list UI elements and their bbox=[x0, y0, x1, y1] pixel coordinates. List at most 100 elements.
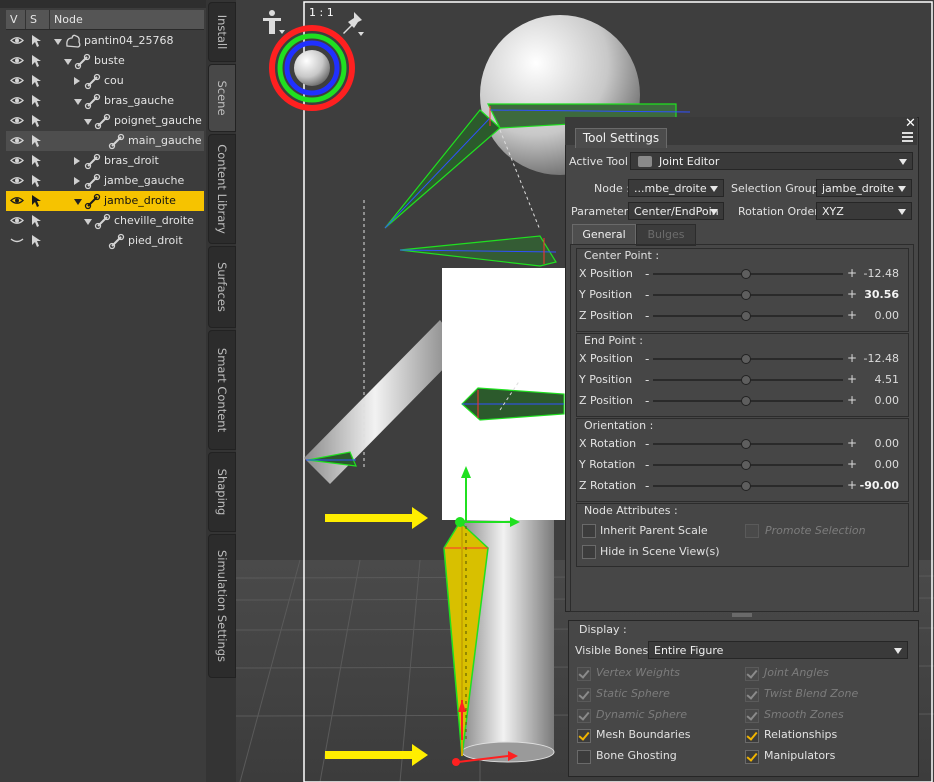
scene-node-cheville-droite[interactable]: cheville_droite bbox=[6, 211, 204, 231]
visible-bones-dropdown[interactable]: Entire Figure bbox=[648, 641, 908, 659]
select-cursor-icon[interactable] bbox=[30, 154, 44, 168]
slider-value[interactable]: 0.00 bbox=[853, 458, 900, 471]
eye-icon[interactable] bbox=[10, 96, 24, 105]
tab-install[interactable]: Install bbox=[208, 2, 236, 62]
smooth-zones-checkbox[interactable] bbox=[745, 709, 759, 723]
mesh-boundaries-checkbox[interactable] bbox=[577, 729, 591, 743]
tab-smart-content[interactable]: Smart Content bbox=[208, 330, 236, 450]
eye-icon[interactable] bbox=[10, 56, 24, 65]
slider-knob[interactable] bbox=[741, 269, 751, 279]
slider-value[interactable]: 4.51 bbox=[853, 373, 900, 386]
slider-value[interactable]: 0.00 bbox=[853, 309, 900, 322]
select-cursor-icon[interactable] bbox=[30, 54, 44, 68]
manipulators-checkbox[interactable] bbox=[745, 750, 759, 764]
select-cursor-icon[interactable] bbox=[30, 194, 44, 208]
tab-tool-settings[interactable]: Tool Settings bbox=[575, 128, 667, 148]
slider-value[interactable]: 0.00 bbox=[853, 437, 900, 450]
figure-tool-icon[interactable] bbox=[258, 8, 288, 36]
slider-value[interactable]: -12.48 bbox=[853, 352, 899, 365]
parameter-dropdown[interactable]: Center/EndPoin bbox=[628, 202, 724, 220]
static-sphere-checkbox[interactable] bbox=[577, 688, 591, 702]
promote-selection-checkbox[interactable] bbox=[745, 524, 759, 538]
scene-node-bras-gauche[interactable]: bras_gauche bbox=[6, 91, 204, 111]
slider-value[interactable]: -90.00 bbox=[853, 479, 899, 492]
slider-knob[interactable] bbox=[741, 481, 751, 491]
tab-shaping[interactable]: Shaping bbox=[208, 452, 236, 532]
vertex-weights-checkbox[interactable] bbox=[577, 667, 591, 681]
orientation-y-rotation-slider[interactable]: Y Rotation - +0.00 bbox=[579, 455, 899, 475]
pane-splitter-grip[interactable] bbox=[732, 613, 752, 617]
select-cursor-icon[interactable] bbox=[30, 94, 44, 108]
minus-icon[interactable]: - bbox=[645, 373, 649, 387]
orientation-x-rotation-slider[interactable]: X Rotation - +0.00 bbox=[579, 434, 899, 454]
expand-right-icon[interactable] bbox=[74, 157, 80, 165]
slider-knob[interactable] bbox=[741, 396, 751, 406]
hide-in-scene-view-checkbox[interactable] bbox=[582, 545, 596, 559]
scene-node-jambe-droite[interactable]: jambe_droite bbox=[6, 191, 204, 211]
tab-general[interactable]: General bbox=[572, 224, 636, 245]
rotation-order-dropdown[interactable]: XYZ bbox=[816, 202, 912, 220]
dynamic-sphere-checkbox[interactable] bbox=[577, 709, 591, 723]
relationships-checkbox[interactable] bbox=[745, 729, 759, 743]
slider-value[interactable]: 30.56 bbox=[853, 288, 899, 301]
center-point-z-position-slider[interactable]: Z Position - +0.00 bbox=[579, 306, 899, 326]
expand-right-icon[interactable] bbox=[74, 77, 80, 85]
eye-icon[interactable] bbox=[10, 76, 24, 85]
expand-down-icon[interactable] bbox=[54, 39, 62, 45]
eye-icon[interactable] bbox=[10, 216, 24, 225]
scene-node-buste[interactable]: buste bbox=[6, 51, 204, 71]
select-cursor-icon[interactable] bbox=[30, 134, 44, 148]
column-selectable[interactable]: S bbox=[26, 10, 50, 29]
eye-icon[interactable] bbox=[10, 36, 24, 45]
selection-group-dropdown[interactable]: jambe_droite bbox=[816, 179, 912, 197]
eye-icon[interactable] bbox=[10, 136, 24, 145]
minus-icon[interactable]: - bbox=[645, 479, 649, 493]
expand-right-icon[interactable] bbox=[74, 177, 80, 185]
select-cursor-icon[interactable] bbox=[30, 234, 44, 248]
scene-node-pantin04-25768[interactable]: pantin04_25768 bbox=[6, 31, 204, 51]
slider-value[interactable]: -12.48 bbox=[853, 267, 899, 280]
tab-simulation-settings[interactable]: Simulation Settings bbox=[208, 534, 236, 678]
tab-content-library[interactable]: Content Library bbox=[208, 134, 236, 244]
column-node[interactable]: Node bbox=[50, 10, 204, 29]
inherit-parent-scale-checkbox[interactable] bbox=[582, 524, 596, 538]
expand-down-icon[interactable] bbox=[64, 59, 72, 65]
end-point-x-position-slider[interactable]: X Position - + -12.48 bbox=[579, 349, 899, 369]
minus-icon[interactable]: - bbox=[645, 267, 649, 281]
center-point-x-position-slider[interactable]: X Position - + -12.48 bbox=[579, 264, 899, 284]
select-cursor-icon[interactable] bbox=[30, 174, 44, 188]
scene-node-pied-droit[interactable]: pied_droit bbox=[6, 231, 204, 251]
slider-knob[interactable] bbox=[741, 290, 751, 300]
minus-icon[interactable]: - bbox=[645, 394, 649, 408]
pane-menu-icon[interactable] bbox=[898, 130, 914, 142]
slider-knob[interactable] bbox=[741, 311, 751, 321]
pin-icon[interactable] bbox=[340, 10, 366, 36]
slider-knob[interactable] bbox=[741, 375, 751, 385]
slider-knob[interactable] bbox=[741, 460, 751, 470]
select-cursor-icon[interactable] bbox=[30, 114, 44, 128]
scene-node-jambe-gauche[interactable]: jambe_gauche bbox=[6, 171, 204, 191]
select-cursor-icon[interactable] bbox=[30, 34, 44, 48]
column-visible[interactable]: V bbox=[6, 10, 26, 29]
expand-down-icon[interactable] bbox=[74, 199, 82, 205]
close-icon[interactable]: ✕ bbox=[905, 116, 916, 131]
eye-icon[interactable] bbox=[10, 176, 24, 185]
eye-icon[interactable] bbox=[10, 196, 24, 205]
expand-down-icon[interactable] bbox=[84, 119, 92, 125]
end-point-z-position-slider[interactable]: Z Position - +0.00 bbox=[579, 391, 899, 411]
node-dropdown[interactable]: ...mbe_droite bbox=[628, 179, 724, 197]
end-point-y-position-slider[interactable]: Y Position - +4.51 bbox=[579, 370, 899, 390]
minus-icon[interactable]: - bbox=[645, 352, 649, 366]
orientation-z-rotation-slider[interactable]: Z Rotation - + -90.00 bbox=[579, 476, 899, 496]
slider-knob[interactable] bbox=[741, 439, 751, 449]
expand-down-icon[interactable] bbox=[84, 219, 92, 225]
bone-ghosting-checkbox[interactable] bbox=[577, 750, 591, 764]
scene-node-cou[interactable]: cou bbox=[6, 71, 204, 91]
scene-node-bras-droit[interactable]: bras_droit bbox=[6, 151, 204, 171]
minus-icon[interactable]: - bbox=[645, 288, 649, 302]
joint-angles-checkbox[interactable] bbox=[745, 667, 759, 681]
minus-icon[interactable]: - bbox=[645, 437, 649, 451]
eye-closed-icon[interactable] bbox=[10, 236, 24, 245]
select-cursor-icon[interactable] bbox=[30, 74, 44, 88]
slider-value[interactable]: 0.00 bbox=[853, 394, 900, 407]
